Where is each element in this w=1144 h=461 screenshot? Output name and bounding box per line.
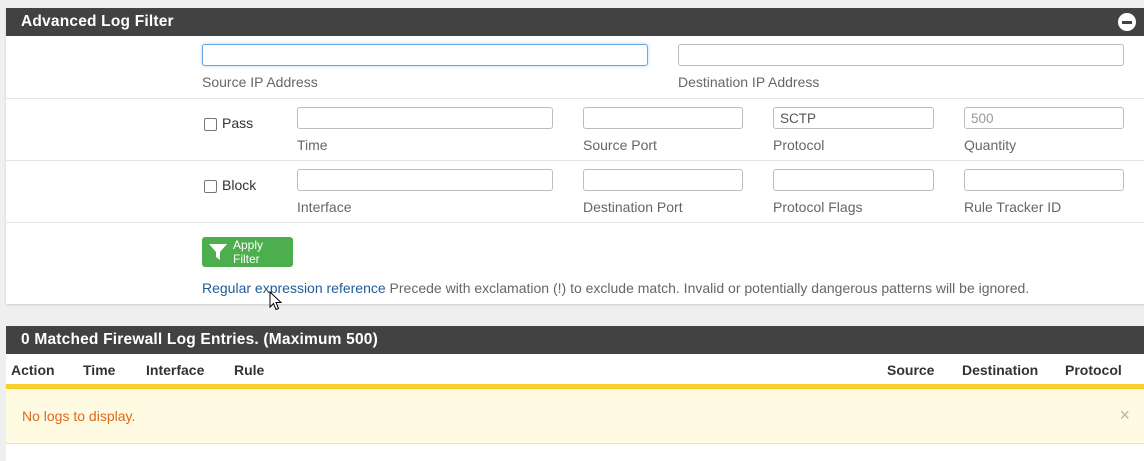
protocol-flags-label: Protocol Flags [773,199,863,215]
regex-help: Regular expression reference Precede wit… [202,280,1029,296]
regex-reference-link[interactable]: Regular expression reference [202,280,386,296]
filter-panel-heading: Advanced Log Filter [6,8,1144,36]
quantity-input[interactable] [964,107,1124,129]
pass-checkbox-label: Pass [222,115,254,131]
quantity-label: Quantity [964,137,1017,153]
protocol-flags-input[interactable] [773,169,934,191]
pass-checkbox[interactable] [204,118,217,131]
interface-input[interactable] [297,169,553,191]
filter-panel-title: Advanced Log Filter [21,13,174,30]
column-header-destination[interactable]: Destination [962,362,1038,378]
source-port-label: Source Port [583,137,657,153]
source-port-input[interactable] [583,107,743,129]
time-label: Time [297,137,328,153]
column-header-source[interactable]: Source [887,362,934,378]
no-logs-message: No logs to display. [22,408,136,424]
rule-tracker-id-label: Rule Tracker ID [964,199,1062,215]
filter-row-pass: Pass Time Source Port Protocol Quantity [6,98,1144,161]
block-checkbox-label: Block [222,177,257,193]
advanced-log-filter-panel: Advanced Log Filter Source IP Address De… [6,8,1144,311]
interface-label: Interface [297,199,352,215]
column-header-interface[interactable]: Interface [146,362,204,378]
apply-filter-label: Apply Filter [233,238,264,266]
close-icon[interactable]: × [1119,406,1130,424]
column-header-protocol[interactable]: Protocol [1065,362,1122,378]
minus-circle-icon[interactable] [1118,13,1136,31]
no-logs-alert: No logs to display. × [6,389,1144,444]
filter-row-ip: Source IP Address Destination IP Address [6,36,1144,98]
filter-icon [209,244,227,260]
time-input[interactable] [297,107,553,129]
destination-ip-input[interactable] [678,44,1124,66]
destination-port-label: Destination Port [583,199,683,215]
column-header-rule[interactable]: Rule [234,362,264,378]
mouse-cursor-icon [269,291,283,311]
log-panel-heading: 0 Matched Firewall Log Entries. (Maximum… [6,326,1144,354]
apply-filter-button[interactable]: Apply Filter [202,237,293,267]
firewall-log-panel: 0 Matched Firewall Log Entries. (Maximum… [6,326,1144,461]
column-header-action[interactable]: Action [11,362,55,378]
destination-port-input[interactable] [583,169,743,191]
protocol-input[interactable] [773,107,934,129]
regex-help-text: Precede with exclamation (!) to exclude … [385,280,1030,296]
protocol-label: Protocol [773,137,825,153]
destination-ip-label: Destination IP Address [678,74,820,90]
source-ip-label: Source IP Address [202,74,318,90]
rule-tracker-id-input[interactable] [964,169,1124,191]
column-header-time[interactable]: Time [83,362,115,378]
log-panel-title: 0 Matched Firewall Log Entries. (Maximum… [21,331,378,348]
block-checkbox[interactable] [204,180,217,193]
filter-row-block: Block Interface Destination Port Protoco… [6,160,1144,223]
source-ip-input[interactable] [202,44,648,66]
